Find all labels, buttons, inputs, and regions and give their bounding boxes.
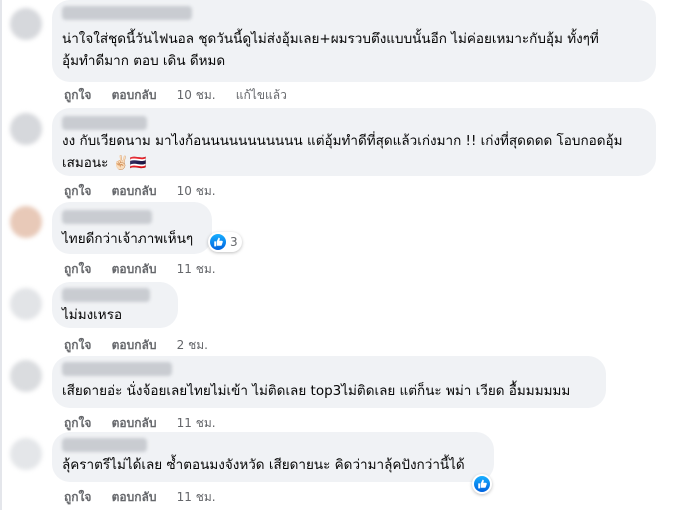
comment-text: เสมอนะ ✌🏻🇹🇭 — [62, 155, 147, 171]
comment-text: น่าใจใส่ชุดนี้วันไฟนอล ชุดวันนี้ดูไม่ส่ง… — [62, 31, 599, 47]
reaction-summary[interactable]: 3 — [208, 232, 242, 252]
commenter-name-redacted[interactable] — [62, 288, 150, 302]
commenter-name-redacted[interactable] — [62, 438, 147, 452]
comment-bubble: ไทยดีกว่าเจ้าภาพเห็นๆ — [52, 202, 212, 254]
like-icon — [474, 476, 490, 492]
reply-link[interactable]: ตอบกลับ — [112, 184, 157, 198]
comment-bubble: น่าใจใส่ชุดนี้วันไฟนอล ชุดวันนี้ดูไม่ส่ง… — [52, 0, 656, 82]
avatar[interactable] — [10, 288, 42, 320]
comment-actions: ถูกใจ ตอบกลับ 11 ชม. — [64, 488, 232, 507]
comment-text: อุ้มทำดีมาก ตอบ เดิน ดีหมด — [62, 53, 226, 69]
avatar[interactable] — [10, 360, 42, 392]
timestamp[interactable]: 11 ชม. — [177, 262, 216, 276]
commenter-name-redacted[interactable] — [62, 362, 172, 376]
avatar[interactable] — [10, 113, 42, 145]
like-link[interactable]: ถูกใจ — [64, 88, 91, 102]
reply-link[interactable]: ตอบกลับ — [112, 338, 157, 352]
avatar[interactable] — [10, 8, 42, 40]
reaction-summary[interactable] — [472, 474, 492, 494]
commenter-name-redacted[interactable] — [62, 116, 147, 130]
like-icon — [210, 234, 226, 250]
like-link[interactable]: ถูกใจ — [64, 338, 91, 352]
timestamp[interactable]: 11 ชม. — [177, 416, 216, 430]
comment-actions: ถูกใจ ตอบกลับ 10 ชม. แก้ไขแล้ว — [64, 86, 303, 105]
comment-bubble: งง กับเวียดนาม มาไงก้อนนนนนนนนนนน แต่อุ้… — [52, 108, 656, 176]
reply-link[interactable]: ตอบกลับ — [112, 490, 157, 504]
like-link[interactable]: ถูกใจ — [64, 416, 91, 430]
reply-link[interactable]: ตอบกลับ — [112, 416, 157, 430]
comment-text: เสียดายอ่ะ นั่งจ้อยเลยไทยไม่เข้า ไม่ติดเ… — [62, 383, 571, 399]
comment-actions: ถูกใจ ตอบกลับ 2 ชม. — [64, 336, 224, 355]
comment-bubble: ลุ้คราตรีไม่ได้เลย ซ้ำตอนมงจังหวัด เสียด… — [52, 432, 494, 482]
like-link[interactable]: ถูกใจ — [64, 490, 91, 504]
comment-text: งง กับเวียดนาม มาไงก้อนนนนนนนนนนน แต่อุ้… — [62, 133, 623, 149]
comment-actions: ถูกใจ ตอบกลับ 11 ชม. — [64, 414, 232, 433]
comment-actions: ถูกใจ ตอบกลับ 10 ชม. — [64, 182, 232, 201]
timestamp[interactable]: 2 ชม. — [177, 338, 208, 352]
comment-bubble: ไม่มงเหรอ — [52, 282, 178, 328]
timestamp[interactable]: 11 ชม. — [177, 490, 216, 504]
reply-link[interactable]: ตอบกลับ — [112, 88, 157, 102]
like-link[interactable]: ถูกใจ — [64, 262, 91, 276]
comment-text: ลุ้คราตรีไม่ได้เลย ซ้ำตอนมงจังหวัด เสียด… — [62, 457, 465, 473]
like-link[interactable]: ถูกใจ — [64, 184, 91, 198]
reaction-count: 3 — [230, 235, 238, 249]
reply-link[interactable]: ตอบกลับ — [112, 262, 157, 276]
comment-bubble: เสียดายอ่ะ นั่งจ้อยเลยไทยไม่เข้า ไม่ติดเ… — [52, 356, 606, 408]
comment-text: ไทยดีกว่าเจ้าภาพเห็นๆ — [62, 231, 194, 247]
timestamp[interactable]: 10 ชม. — [177, 88, 216, 102]
edited-label[interactable]: แก้ไขแล้ว — [236, 88, 287, 102]
comments-panel: น่าใจใส่ชุดนี้วันไฟนอล ชุดวันนี้ดูไม่ส่ง… — [0, 0, 692, 510]
commenter-name-redacted[interactable] — [62, 210, 152, 224]
commenter-name-redacted[interactable] — [62, 6, 192, 20]
avatar[interactable] — [10, 206, 42, 238]
avatar[interactable] — [10, 438, 42, 470]
comment-actions: ถูกใจ ตอบกลับ 11 ชม. — [64, 260, 232, 279]
timestamp[interactable]: 10 ชม. — [177, 184, 216, 198]
comment-text: ไม่มงเหรอ — [62, 307, 123, 323]
